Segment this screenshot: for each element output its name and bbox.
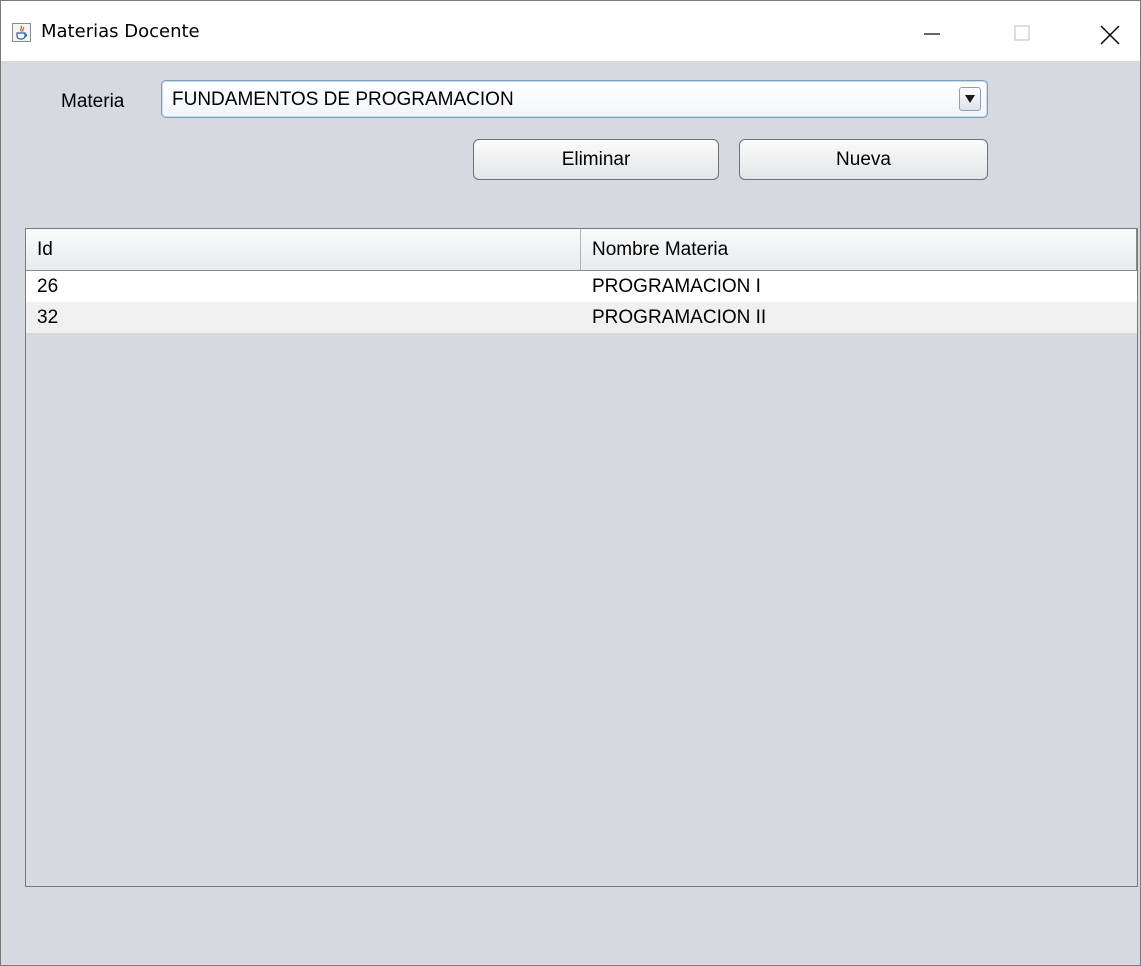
table-row[interactable]: 32 PROGRAMACION II <box>26 302 1137 333</box>
minimize-icon <box>924 33 940 35</box>
java-icon <box>12 23 31 42</box>
materias-docente-window: Materias Docente Materia FUNDAMENTOS DE … <box>0 0 1141 966</box>
table-header: Id Nombre Materia <box>26 229 1137 271</box>
combo-arrow-button[interactable] <box>959 87 981 111</box>
column-header-nombre-materia[interactable]: Nombre Materia <box>581 229 1137 270</box>
minimize-button[interactable] <box>909 1 955 61</box>
maximize-button[interactable] <box>998 1 1044 61</box>
cell-nombre-materia: PROGRAMACION II <box>592 307 767 328</box>
cell-id: 32 <box>37 307 59 328</box>
materia-label: Materia <box>61 91 125 112</box>
window-title: Materias Docente <box>41 21 200 42</box>
cell-nombre-materia: PROGRAMACION I <box>592 276 761 297</box>
close-icon <box>1100 25 1120 45</box>
table-row[interactable]: 26 PROGRAMACION I <box>26 271 1137 302</box>
nueva-button[interactable]: Nueva <box>739 139 988 180</box>
title-bar[interactable]: Materias Docente <box>1 1 1140 61</box>
materias-table: Id Nombre Materia 26 PROGRAMACION I 32 P… <box>25 228 1138 887</box>
table-body: 26 PROGRAMACION I 32 PROGRAMACION II <box>26 271 1137 333</box>
materia-selected-value: FUNDAMENTOS DE PROGRAMACION <box>172 89 514 110</box>
column-header-id[interactable]: Id <box>26 229 581 270</box>
window-content: Materia FUNDAMENTOS DE PROGRAMACION Elim… <box>1 61 1140 965</box>
close-button[interactable] <box>1084 1 1130 61</box>
chevron-down-icon <box>965 95 975 103</box>
materia-combobox[interactable]: FUNDAMENTOS DE PROGRAMACION <box>161 80 988 118</box>
maximize-icon <box>1014 25 1030 41</box>
cell-id: 26 <box>37 276 59 297</box>
eliminar-button[interactable]: Eliminar <box>473 139 719 180</box>
